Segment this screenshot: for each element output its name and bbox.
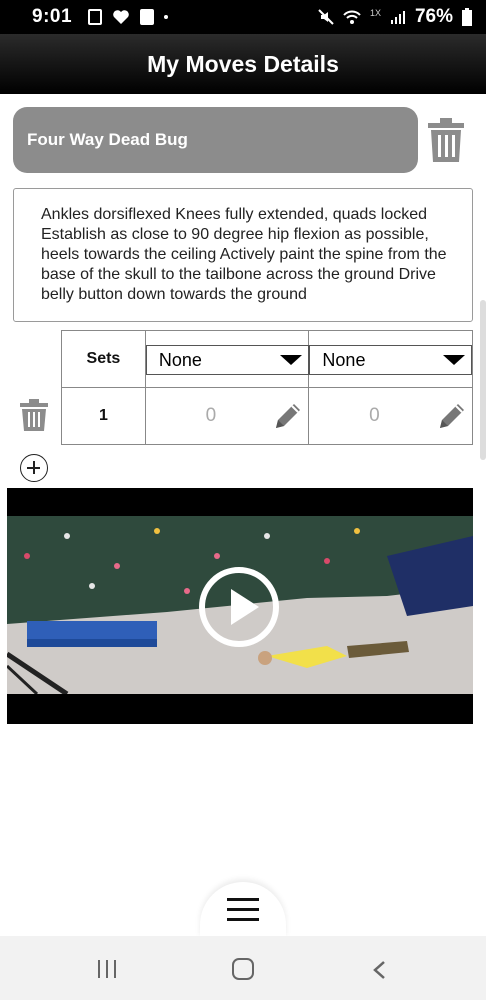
table-row: 1 0 0 bbox=[61, 387, 473, 445]
add-set-button[interactable] bbox=[20, 454, 48, 482]
heart-icon bbox=[113, 10, 129, 24]
table-header-row: Sets None None bbox=[61, 330, 473, 388]
back-icon[interactable] bbox=[372, 960, 386, 985]
column-1-header: None bbox=[144, 330, 310, 388]
status-right: 1X 76% bbox=[318, 6, 472, 28]
mute-icon bbox=[318, 9, 334, 25]
set-value-1: 0 bbox=[205, 405, 217, 426]
column-2-dropdown[interactable]: None bbox=[309, 345, 473, 375]
pencil-icon bbox=[440, 404, 464, 428]
chevron-down-icon bbox=[443, 355, 466, 365]
delete-set-button[interactable] bbox=[20, 399, 48, 436]
recent-apps-icon[interactable] bbox=[98, 960, 118, 978]
menu-icon bbox=[227, 898, 259, 922]
status-time: 9:01 bbox=[32, 6, 73, 27]
edit-value-2-button[interactable] bbox=[436, 400, 468, 437]
notification-icons bbox=[88, 9, 169, 25]
help-icon bbox=[140, 9, 155, 25]
move-name-field[interactable]: Four Way Dead Bug bbox=[13, 107, 418, 173]
wifi-icon bbox=[343, 10, 361, 24]
play-icon[interactable] bbox=[199, 567, 279, 647]
trash-icon bbox=[20, 399, 48, 431]
menu-button[interactable] bbox=[200, 882, 286, 938]
status-bar: 9:01 1X 76% bbox=[0, 0, 486, 34]
pencil-icon bbox=[276, 404, 301, 428]
move-name-text: Four Way Dead Bug bbox=[27, 130, 188, 149]
signal-icon bbox=[390, 11, 405, 24]
set-value-cell-2[interactable]: 0 bbox=[308, 387, 473, 445]
column-2-selected: None bbox=[322, 349, 366, 370]
set-number: 1 bbox=[61, 387, 146, 445]
battery-icon bbox=[462, 8, 472, 26]
move-description-box[interactable]: Ankles dorsiflexed Knees fully extended,… bbox=[13, 188, 473, 322]
trash-icon bbox=[428, 118, 464, 162]
set-value-2: 0 bbox=[369, 405, 380, 426]
network-label: 1X bbox=[369, 8, 381, 18]
column-1-dropdown[interactable]: None bbox=[145, 345, 309, 375]
page-title: My Moves Details bbox=[147, 50, 339, 77]
column-2-header: None bbox=[308, 330, 473, 388]
more-dot-icon bbox=[164, 15, 169, 19]
column-1-selected: None bbox=[158, 349, 202, 370]
system-nav-bar bbox=[0, 936, 486, 1000]
app-bar: My Moves Details bbox=[0, 34, 486, 94]
home-icon[interactable] bbox=[232, 958, 254, 980]
delete-move-button[interactable] bbox=[428, 118, 464, 167]
phone-icon bbox=[88, 9, 103, 25]
scrollbar[interactable] bbox=[480, 300, 486, 460]
set-value-cell-1[interactable]: 0 bbox=[144, 387, 310, 445]
move-description: Ankles dorsiflexed Knees fully extended,… bbox=[41, 206, 447, 303]
edit-value-1-button[interactable] bbox=[272, 400, 304, 437]
sets-table: Sets None None 1 0 0 bbox=[61, 330, 473, 445]
video-player[interactable] bbox=[7, 488, 473, 724]
sets-header: Sets bbox=[61, 330, 146, 388]
battery-percent: 76% bbox=[414, 6, 453, 27]
chevron-down-icon bbox=[279, 355, 302, 365]
